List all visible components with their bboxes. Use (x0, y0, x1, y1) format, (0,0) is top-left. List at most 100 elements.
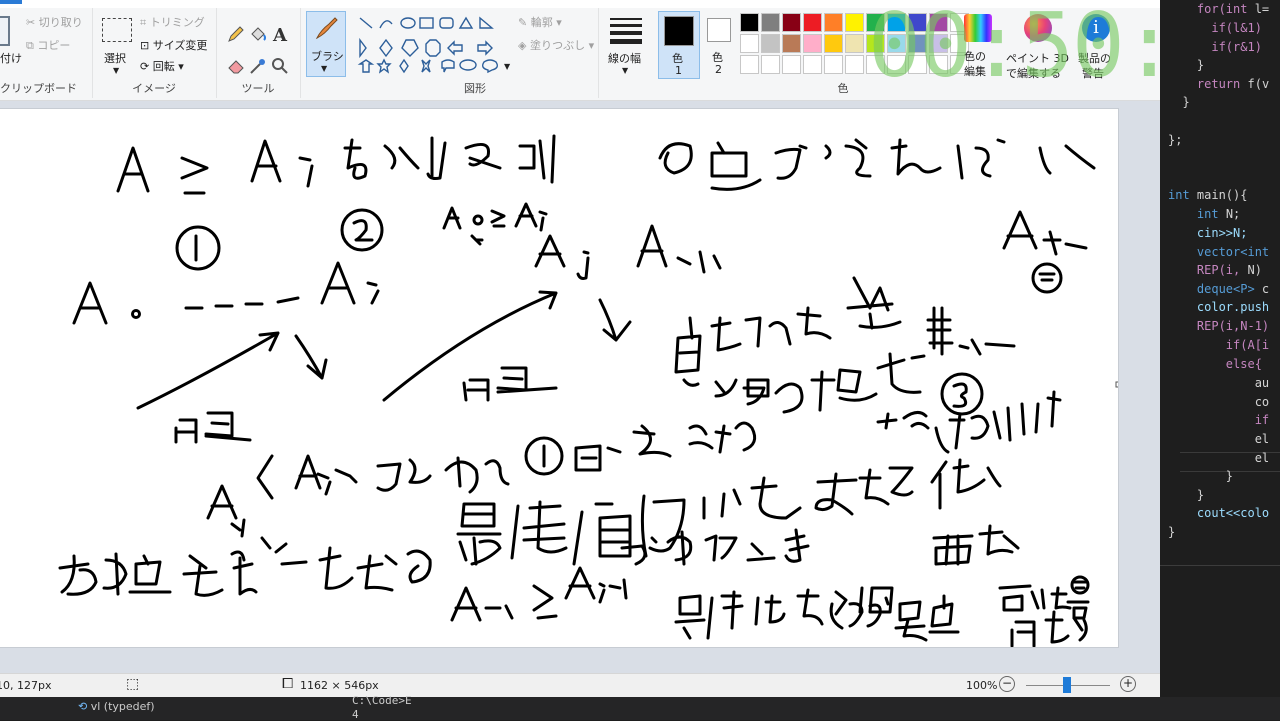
shapes-more-icon[interactable]: ▼ (504, 62, 510, 71)
code-line: } (1225, 469, 1234, 483)
handwritten-notes-drawing (58, 134, 1122, 658)
color-wheel-icon (964, 14, 992, 42)
code-line: if(A[i (1225, 338, 1270, 352)
code-line: }; (1168, 133, 1183, 147)
size-dropdown-icon: ▼ (622, 66, 629, 75)
product-alert-label-1: 製品の (1078, 52, 1111, 65)
code-line: cin>>N; (1196, 226, 1248, 240)
color-picker-icon[interactable] (248, 56, 268, 76)
tools-group-label: ツール (241, 82, 275, 95)
brush-label: ブラシ (311, 50, 344, 63)
code-line: } (1182, 95, 1190, 109)
code-line: } (1196, 58, 1205, 72)
color2-button[interactable]: 色 2 (702, 11, 736, 77)
bottom-bar: ⟲ vl (typedef) C:\Code>E 4 (0, 694, 1280, 721)
zoom-level: 100% (966, 679, 998, 692)
canvas-area (0, 101, 1160, 673)
code-line: REP(i,N-1) (1196, 319, 1270, 333)
outline-button[interactable]: ✎ 輪郭 ▾ (518, 14, 562, 30)
fill-bucket-icon[interactable] (248, 24, 268, 44)
clipboard-group: 付け ✂ 切り取り ⧉ コピー クリップボード (0, 8, 93, 98)
select-dropdown-icon[interactable]: ▼ (113, 66, 119, 75)
edit-colors-button[interactable]: 色の 編集 (956, 12, 1000, 82)
cut-button[interactable]: ✂ 切り取り (26, 14, 83, 30)
resize-icon: ⊡ (140, 39, 153, 52)
zoom-in-button[interactable]: + (1120, 676, 1136, 692)
fill-icon: ◈ (518, 39, 530, 52)
drawing-canvas[interactable] (0, 109, 1122, 658)
paint-window: 付け ✂ 切り取り ⧉ コピー クリップボード 選択 ▼ ⌗ トリミング ⊡ サ… (0, 0, 1160, 720)
image-group-label: イメージ (132, 82, 176, 95)
code-line: } (1168, 525, 1176, 539)
symbol-icon: ⟲ (78, 700, 91, 713)
code-line: if(l&1) (1211, 21, 1262, 35)
crop-icon: ⌗ (140, 16, 150, 29)
svg-text:A: A (272, 25, 288, 44)
paint3d-icon (1024, 14, 1052, 42)
copy-button[interactable]: ⧉ コピー (26, 37, 70, 53)
paint3d-label-1: ペイント 3D (1006, 52, 1069, 65)
code-line: for(int l= (1196, 2, 1270, 16)
info-icon: i (1082, 14, 1110, 42)
terminal-panel[interactable] (1160, 565, 1280, 698)
code-line: el (1254, 451, 1270, 465)
copy-icon: ⧉ (26, 39, 38, 52)
code-line: color.push (1196, 300, 1270, 314)
resize-button[interactable]: ⊡ サイズ変更 (140, 37, 207, 53)
product-alert-button[interactable]: i 製品の 警告 (1074, 12, 1120, 82)
code-line: el (1254, 432, 1270, 446)
zoom-slider-thumb[interactable] (1063, 677, 1071, 693)
crop-label: トリミング (149, 16, 205, 29)
code-line: int main(){ (1168, 188, 1248, 202)
rotate-label: 回転 (152, 60, 175, 73)
rotate-icon: ⟳ (140, 60, 153, 73)
size-label: 線の幅 (608, 52, 641, 65)
cursor-position: 10, 127px (0, 679, 52, 692)
eraser-icon[interactable] (226, 56, 246, 76)
paste-button[interactable]: 付け (0, 50, 22, 66)
shapes-group: ▼ ✎ 輪郭 ▾ ◈ 塗りつぶし ▾ 図形 (352, 8, 599, 98)
paint3d-label-2: で編集する (1006, 67, 1061, 80)
select-icon[interactable] (102, 18, 132, 42)
line-width-icon (610, 18, 642, 44)
zoom-out-button[interactable]: − (999, 676, 1015, 692)
outline-label: 輪郭 (530, 16, 553, 29)
cut-label: 切り取り (38, 16, 83, 29)
selection-icon: ⬚ (126, 676, 140, 692)
shapes-gallery[interactable] (356, 14, 506, 78)
colors-group: 色 (740, 8, 946, 98)
pencil-icon[interactable] (226, 24, 246, 44)
text-icon[interactable]: A (270, 24, 290, 44)
canvas-size: 1162 × 546px (300, 679, 379, 692)
code-line: deque<P> c (1196, 282, 1270, 296)
copy-label: コピー (37, 39, 71, 52)
color1-button[interactable]: 色 1 (658, 11, 700, 79)
rotate-button[interactable]: ⟳ 回転 ▾ (140, 58, 184, 74)
product-alert-label-2: 警告 (1082, 67, 1104, 80)
color1-num: 1 (675, 64, 682, 77)
color2-swatch (707, 18, 731, 42)
size-button[interactable]: 線の幅 ▼ (604, 14, 648, 80)
status-bar: 10, 127px ⬚ ⧠ 1162 × 546px 100% − + (0, 673, 1160, 698)
edit-colors-label-2: 編集 (964, 65, 986, 78)
outline-item[interactable]: ⟲ vl (typedef) (78, 700, 155, 713)
cut-icon: ✂ (26, 16, 39, 29)
terminal-line-1: C:\Code>E (352, 694, 412, 707)
paint3d-button[interactable]: ペイント 3D で編集する (1006, 12, 1070, 82)
brush-button[interactable]: ブラシ ▼ (306, 11, 346, 77)
brush-icon (315, 17, 338, 40)
shapes-group-label: 図形 (464, 82, 486, 95)
select-button[interactable]: 選択 (104, 50, 126, 66)
code-line: cout<<colo (1196, 506, 1270, 520)
active-tab-indicator (0, 0, 22, 4)
ribbon: 付け ✂ 切り取り ⧉ コピー クリップボード 選択 ▼ ⌗ トリミング ⊡ サ… (0, 0, 1160, 101)
terminal-line-2: 4 (352, 708, 359, 721)
code-line: } (1196, 488, 1205, 502)
brush-dropdown-icon: ▼ (321, 64, 328, 73)
magnifier-icon[interactable] (270, 56, 290, 76)
tools-group: A ツール (216, 8, 301, 98)
resize-label: サイズ変更 (152, 39, 208, 52)
fill-button[interactable]: ◈ 塗りつぶし ▾ (518, 37, 594, 53)
crop-button[interactable]: ⌗ トリミング (140, 14, 205, 30)
paste-icon[interactable] (0, 16, 10, 46)
